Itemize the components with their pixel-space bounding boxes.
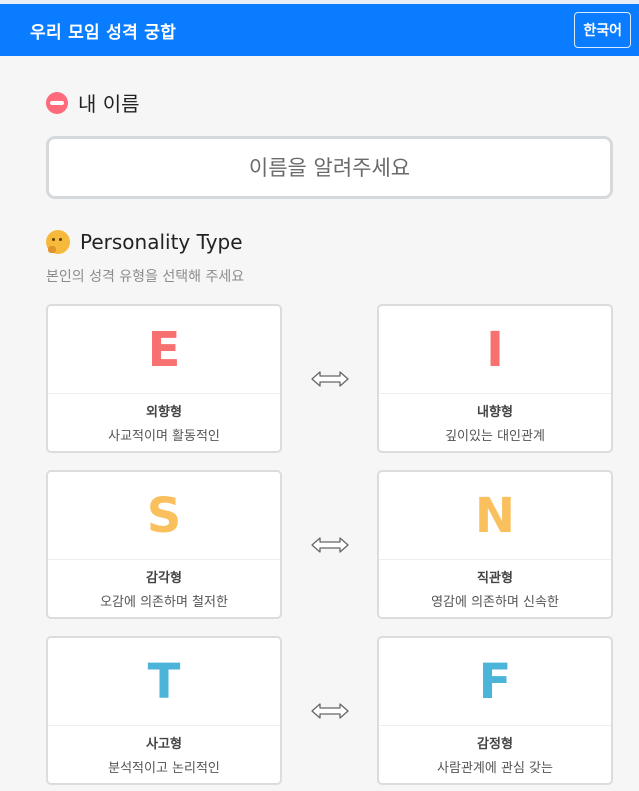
- name-heading-label: 내 이름: [78, 92, 140, 116]
- personality-section-heading: Personality Type: [46, 230, 613, 254]
- type-title: 사고형: [146, 737, 182, 752]
- type-title: 직관형: [477, 571, 513, 586]
- type-title: 감정형: [477, 737, 513, 752]
- double-arrow-icon: [310, 535, 350, 555]
- personality-subtitle: 본인의 성격 유형을 선택해 주세요: [46, 269, 245, 285]
- type-title: 외향형: [146, 405, 182, 420]
- type-title: 내향형: [477, 405, 513, 420]
- main-content: 내 이름 Personality Type 본인의 성격 유형을 선택해 주세요…: [0, 88, 639, 791]
- type-letter: E: [48, 306, 280, 394]
- card-body: 감각형 오감에 의존하며 철저한: [48, 560, 280, 617]
- type-card-e[interactable]: E 외향형 사교적이며 활동적인: [46, 304, 282, 453]
- type-description: 사람관계에 관심 갖는: [437, 761, 553, 776]
- card-body: 사고형 분석적이고 논리적인: [48, 726, 280, 783]
- type-card-i[interactable]: I 내향형 깊이있는 대인관계: [377, 304, 613, 453]
- type-title: 감각형: [146, 571, 182, 586]
- type-pair-sn: S 감각형 오감에 의존하며 철저한 N 직관형 영감에 의존하며 신속한: [46, 470, 613, 619]
- lips-icon: [46, 91, 68, 114]
- card-body: 내향형 깊이있는 대인관계: [379, 394, 611, 451]
- card-body: 외향형 사교적이며 활동적인: [48, 394, 280, 451]
- thinking-face-icon: [46, 230, 70, 254]
- app-title: 우리 모임 성격 궁합: [30, 22, 177, 43]
- type-card-s[interactable]: S 감각형 오감에 의존하며 철저한: [46, 470, 282, 619]
- personality-heading-label: Personality Type: [80, 230, 243, 254]
- type-card-n[interactable]: N 직관형 영감에 의존하며 신속한: [377, 470, 613, 619]
- type-description: 사교적이며 활동적인: [108, 429, 220, 444]
- top-bar: 우리 모임 성격 궁합 한국어: [0, 0, 639, 56]
- type-pair-ei: E 외향형 사교적이며 활동적인 I 내향형 깊이있는 대인관계: [46, 304, 613, 453]
- type-description: 오감에 의존하며 철저한: [100, 595, 228, 610]
- name-field-wrapper: [46, 136, 613, 199]
- type-letter: T: [48, 638, 280, 726]
- name-section-heading: 내 이름: [46, 88, 613, 117]
- double-arrow-icon: [310, 701, 350, 721]
- type-description: 영감에 의존하며 신속한: [431, 595, 559, 610]
- card-body: 감정형 사람관계에 관심 갖는: [379, 726, 611, 783]
- type-letter: I: [379, 306, 611, 394]
- type-letter: S: [48, 472, 280, 560]
- type-pair-tf: T 사고형 분석적이고 논리적인 F 감정형 사람관계에 관심 갖는: [46, 636, 613, 785]
- type-letter: N: [379, 472, 611, 560]
- type-description: 분석적이고 논리적인: [108, 761, 220, 776]
- card-body: 직관형 영감에 의존하며 신속한: [379, 560, 611, 617]
- type-description: 깊이있는 대인관계: [445, 429, 545, 444]
- type-letter: F: [379, 638, 611, 726]
- name-input[interactable]: [49, 155, 610, 180]
- type-card-f[interactable]: F 감정형 사람관계에 관심 갖는: [377, 636, 613, 785]
- type-card-t[interactable]: T 사고형 분석적이고 논리적인: [46, 636, 282, 785]
- double-arrow-icon: [310, 369, 350, 389]
- language-button[interactable]: 한국어: [574, 12, 631, 48]
